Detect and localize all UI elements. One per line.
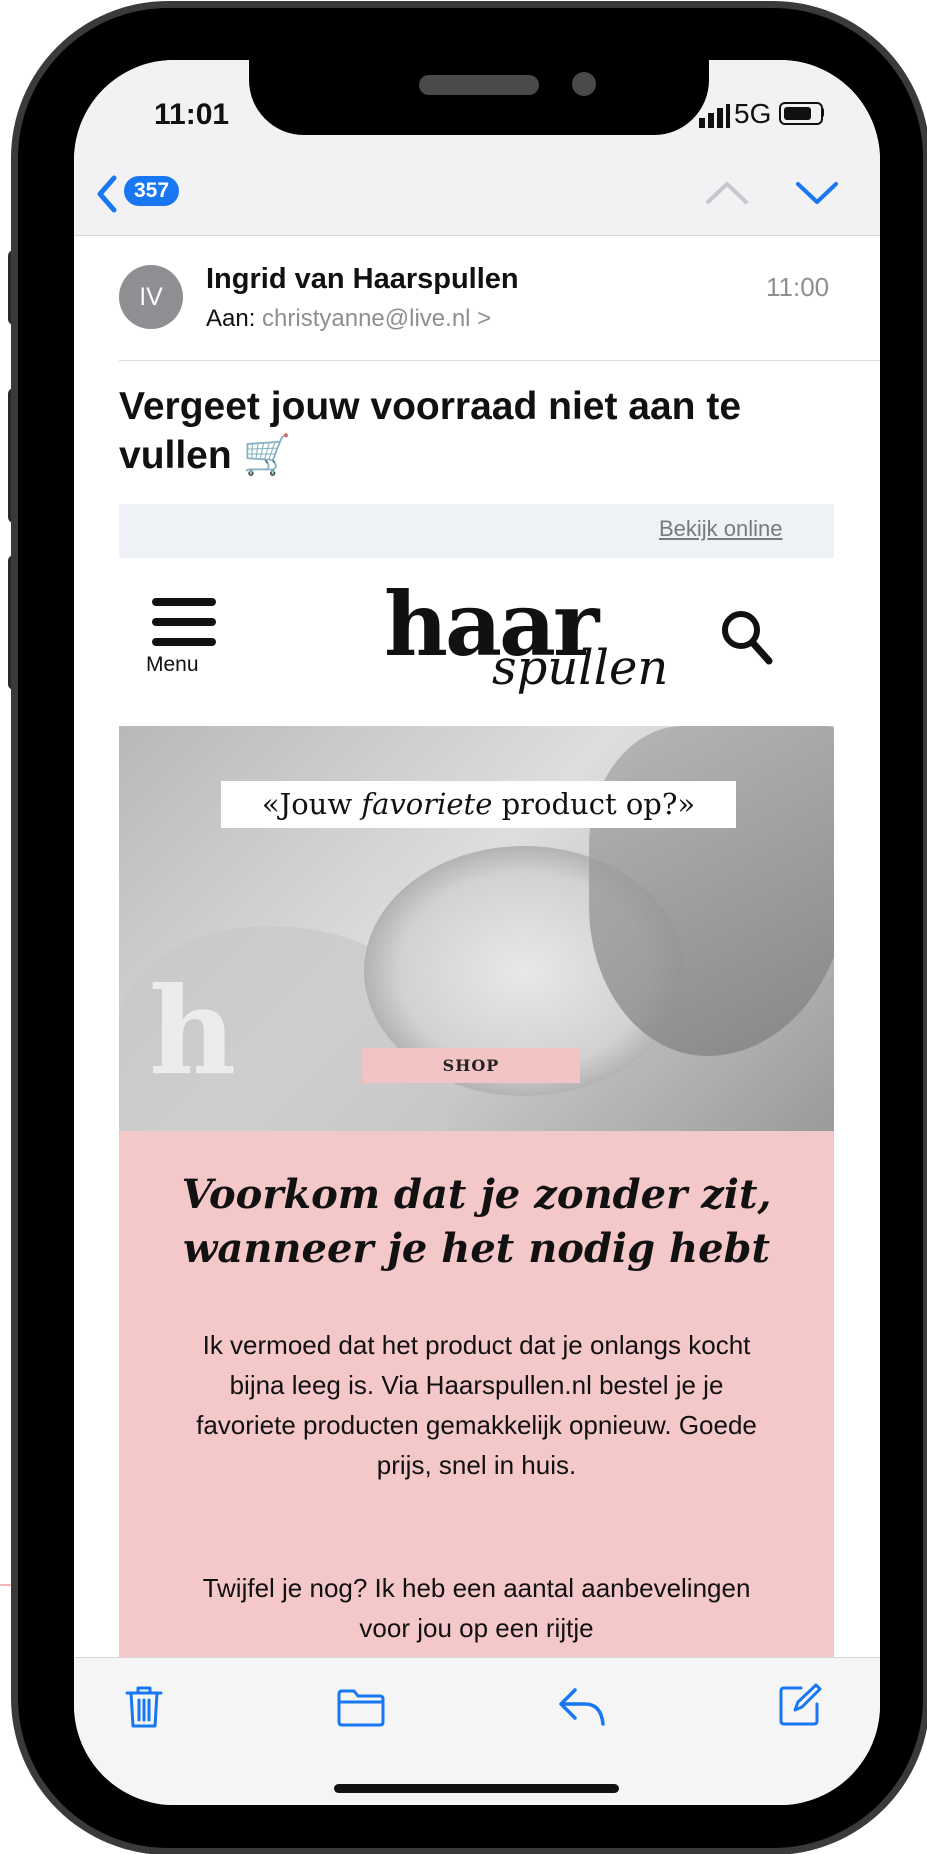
search-icon[interactable] — [719, 608, 775, 668]
chevron-left-icon[interactable] — [94, 174, 120, 214]
menu-label[interactable]: Menu — [146, 653, 199, 677]
shop-button[interactable]: SHOP — [362, 1048, 580, 1083]
header-divider — [74, 235, 880, 236]
status-time: 11:01 — [154, 98, 230, 131]
bottom-toolbar — [74, 1657, 880, 1805]
hero-fingers-shape — [589, 726, 834, 1056]
recipient-address[interactable]: christyanne@live.nl > — [262, 305, 491, 332]
phone-screen: 11:01 5G 357 IV Ingrid van Haarspullen A… — [74, 60, 880, 1805]
battery-level — [784, 107, 811, 120]
avatar[interactable]: IV — [119, 265, 183, 329]
hero-tagline-start: «Jouw — [261, 787, 362, 821]
logo-spullen[interactable]: spullen — [492, 640, 668, 696]
trash-icon[interactable] — [124, 1684, 164, 1730]
home-indicator[interactable] — [334, 1784, 619, 1793]
network-type: 5G — [734, 98, 772, 129]
body-paragraph-1: Ik vermoed dat het product dat je onlang… — [196, 1330, 757, 1480]
reply-icon[interactable] — [557, 1686, 607, 1728]
view-online-link[interactable]: Bekijk online — [659, 516, 783, 542]
hero-tagline: «Jouw favoriete product op?» — [221, 781, 736, 828]
recipient-label: Aan: — [206, 305, 256, 332]
battery-icon — [779, 102, 823, 125]
page-edge-line — [0, 1584, 20, 1586]
body-paragraph-2: Twijfel je nog? Ik heb een aantal aanbev… — [202, 1573, 751, 1643]
compose-icon[interactable] — [777, 1682, 823, 1728]
received-time: 11:00 — [766, 272, 830, 302]
hero-tagline-end: product op?» — [492, 787, 696, 821]
speaker-grille — [419, 75, 539, 95]
email-subject: Vergeet jouw voorraad niet aan te vullen… — [119, 385, 742, 477]
front-camera — [572, 72, 596, 96]
chevron-up-icon[interactable] — [704, 178, 750, 208]
newsletter-headline: Voorkom dat je zonder zit, wanneer je he… — [181, 1171, 772, 1272]
hero-tagline-italic: favoriete — [361, 787, 493, 821]
folder-icon[interactable] — [336, 1688, 386, 1728]
recipient-line[interactable]: Aan: christyanne@live.nl > — [206, 305, 491, 333]
hamburger-icon[interactable] — [152, 598, 216, 648]
sender-divider — [119, 360, 880, 361]
signal-icon — [699, 104, 730, 128]
chevron-down-icon[interactable] — [794, 178, 840, 208]
sender-name[interactable]: Ingrid van Haarspullen — [206, 263, 519, 296]
hero-watermark-letter: h — [149, 961, 237, 1102]
unread-count-badge[interactable]: 357 — [124, 176, 180, 206]
hero-banner[interactable]: «Jouw favoriete product op?» h SHOP — [119, 726, 834, 1131]
battery-nub — [821, 108, 824, 117]
notch — [249, 60, 709, 135]
